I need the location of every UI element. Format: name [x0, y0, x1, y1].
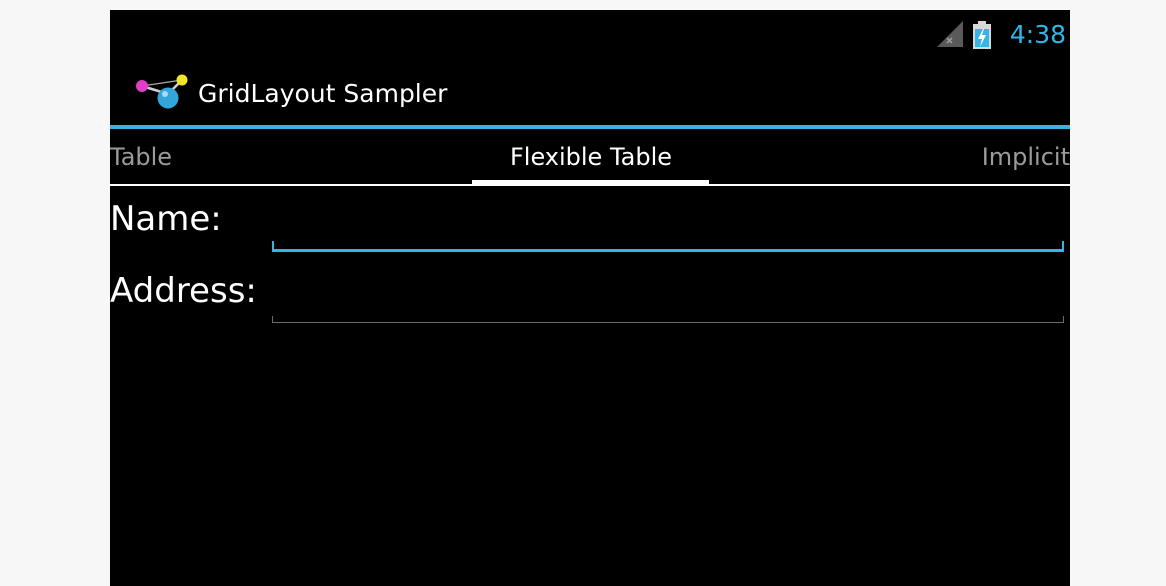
- status-clock: 4:38: [1009, 20, 1066, 49]
- address-input[interactable]: [276, 290, 1036, 318]
- address-field[interactable]: [272, 290, 1064, 323]
- tab-table[interactable]: Table: [110, 137, 172, 177]
- tab-strip[interactable]: Table Flexible Table Implicit: [110, 129, 1070, 185]
- action-bar: GridLayout Sampler: [110, 62, 1070, 126]
- name-input[interactable]: [276, 217, 1036, 245]
- app-title: GridLayout Sampler: [198, 79, 448, 108]
- name-field[interactable]: [272, 217, 1064, 252]
- address-label: Address:: [110, 271, 257, 311]
- status-bar: 4:38: [110, 10, 1070, 60]
- device-screen: 4:38 GridLayout Sampler Table Flexible T…: [110, 10, 1070, 586]
- tab-flexible-table[interactable]: Flexible Table: [472, 137, 710, 177]
- name-label: Name:: [110, 199, 222, 239]
- battery-icon: [973, 21, 991, 49]
- tab-implicit[interactable]: Implicit: [982, 137, 1070, 177]
- tab-strip-rule: [110, 184, 1070, 186]
- app-icon[interactable]: [132, 72, 190, 112]
- signal-icon: [937, 21, 963, 47]
